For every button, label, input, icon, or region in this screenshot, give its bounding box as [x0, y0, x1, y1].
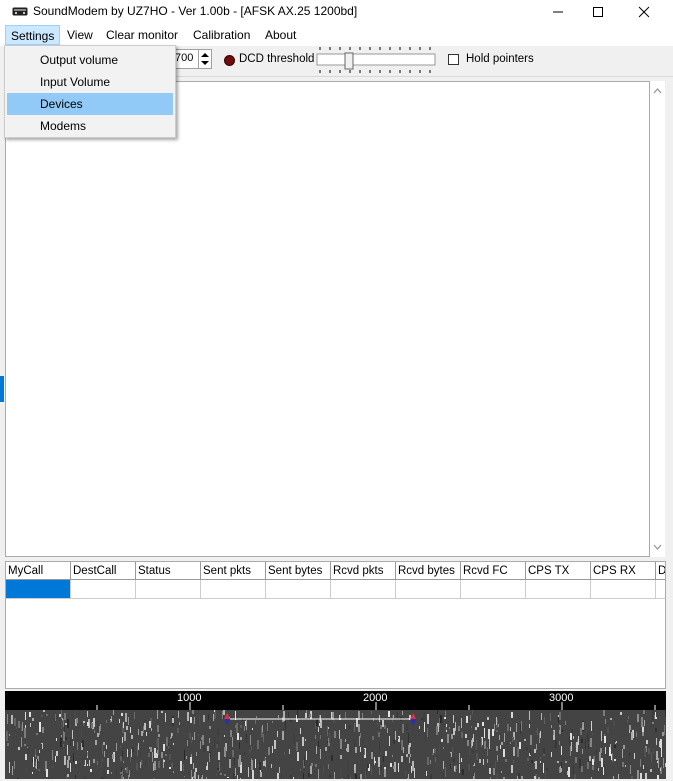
- minimize-icon: [553, 11, 563, 13]
- close-button[interactable]: [621, 0, 667, 24]
- maximize-button[interactable]: [575, 0, 621, 24]
- col-d[interactable]: D: [656, 562, 665, 580]
- close-icon: [638, 6, 650, 18]
- marker-low-top: [224, 713, 231, 719]
- monitor-text-area[interactable]: [5, 81, 650, 557]
- waterfall-canvas: [6, 710, 666, 779]
- frequency-ruler: 1000 2000 3000: [5, 691, 666, 710]
- frequency-spinner[interactable]: 700: [170, 49, 212, 69]
- marker-low-bottom: [224, 719, 231, 725]
- marker-high-bottom: [410, 719, 417, 725]
- scroll-down-icon[interactable]: [650, 540, 665, 555]
- menu-item-modems[interactable]: Modems: [7, 115, 173, 137]
- menu-settings[interactable]: Settings: [5, 25, 61, 45]
- ruler-ticks: [96, 702, 656, 710]
- spinner-arrows[interactable]: [198, 50, 211, 68]
- table-cell[interactable]: [526, 580, 591, 599]
- table-cell[interactable]: [656, 580, 665, 599]
- scroll-up-icon[interactable]: [650, 83, 665, 98]
- table-cell[interactable]: [266, 580, 331, 599]
- col-mycall[interactable]: MyCall: [6, 562, 71, 580]
- col-destcall[interactable]: DestCall: [71, 562, 136, 580]
- settings-dropdown-menu: Output volume Input Volume Devices Modem…: [4, 45, 176, 138]
- monitor-scrollbar[interactable]: [650, 81, 665, 557]
- window-title: SoundModem by UZ7HO - Ver 1.00b - [AFSK …: [33, 4, 358, 18]
- waterfall-display[interactable]: [5, 710, 666, 779]
- menu-bar: Settings View Clear monitor Calibration …: [0, 24, 673, 46]
- menu-clear-monitor[interactable]: Clear monitor: [106, 28, 178, 42]
- menu-about[interactable]: About: [265, 28, 296, 42]
- dcd-threshold-label: DCD threshold: [239, 53, 315, 65]
- modem-icon: [12, 7, 28, 16]
- menu-item-output-volume[interactable]: Output volume: [7, 49, 173, 71]
- dcd-led-indicator: [224, 55, 235, 66]
- menu-item-devices[interactable]: Devices: [7, 93, 173, 115]
- frequency-value: 700: [175, 52, 194, 64]
- connections-table: MyCall DestCall Status Sent pkts Sent by…: [5, 561, 666, 689]
- table-cell[interactable]: [591, 580, 656, 599]
- left-selection-marker: [0, 376, 4, 402]
- table-cell[interactable]: [136, 580, 201, 599]
- dcd-threshold-slider[interactable]: [315, 46, 437, 74]
- col-status[interactable]: Status: [136, 562, 201, 580]
- table-cell-selected[interactable]: [6, 580, 71, 599]
- table-cell[interactable]: [71, 580, 136, 599]
- col-cps-tx[interactable]: CPS TX: [526, 562, 591, 580]
- table-cell[interactable]: [396, 580, 461, 599]
- col-sent-pkts[interactable]: Sent pkts: [201, 562, 266, 580]
- col-rcvd-bytes[interactable]: Rcvd bytes: [396, 562, 461, 580]
- col-sent-bytes[interactable]: Sent bytes: [266, 562, 331, 580]
- table-cell[interactable]: [461, 580, 526, 599]
- title-bar: SoundModem by UZ7HO - Ver 1.00b - [AFSK …: [0, 0, 673, 24]
- table-cell[interactable]: [201, 580, 266, 599]
- col-cps-rx[interactable]: CPS RX: [591, 562, 656, 580]
- col-rcvd-pkts[interactable]: Rcvd pkts: [331, 562, 396, 580]
- menu-calibration[interactable]: Calibration: [193, 28, 250, 42]
- spin-arrows-icon: [201, 53, 209, 65]
- menu-view[interactable]: View: [67, 28, 93, 42]
- col-rcvd-fc[interactable]: Rcvd FC: [461, 562, 526, 580]
- marker-high-top: [410, 713, 417, 719]
- maximize-icon: [593, 7, 603, 17]
- hold-pointers-label: Hold pointers: [466, 53, 534, 65]
- table-cell[interactable]: [331, 580, 396, 599]
- hold-pointers-checkbox[interactable]: [448, 54, 459, 65]
- menu-item-input-volume[interactable]: Input Volume: [7, 71, 173, 93]
